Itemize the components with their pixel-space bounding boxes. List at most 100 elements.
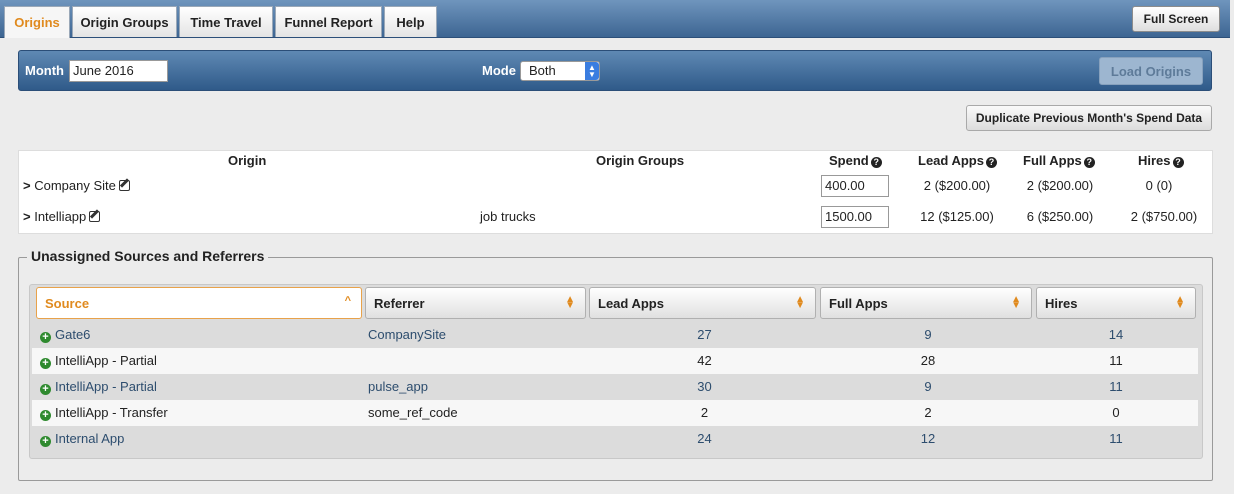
table-row[interactable]: + IntelliApp - Transfer some_ref_code 2 2… <box>32 400 1198 426</box>
referrer-cell: some_ref_code <box>368 405 458 420</box>
full-apps-header: Full Apps? <box>1023 153 1095 168</box>
mode-label: Mode <box>482 63 516 78</box>
help-icon[interactable]: ? <box>1083 156 1095 168</box>
lead-apps-header: Lead Apps? <box>918 153 997 168</box>
full-apps-cell: 2 <box>924 405 932 420</box>
table-row[interactable]: + IntelliApp - Partial 42 28 11 <box>32 348 1198 374</box>
full-apps-header-label: Full Apps <box>1023 153 1082 168</box>
expand-plus-icon[interactable]: + <box>40 358 51 369</box>
tab-help[interactable]: Help <box>384 6 437 37</box>
lead-apps-cell: 24 <box>697 431 712 446</box>
source-cell: + Internal App <box>40 426 124 452</box>
full-apps-header-label: Full Apps <box>829 295 888 311</box>
referrer-cell: CompanySite <box>368 327 447 342</box>
tab-time-travel[interactable]: Time Travel <box>179 6 273 37</box>
duplicate-spend-button[interactable]: Duplicate Previous Month's Spend Data <box>966 105 1212 131</box>
expand-plus-icon[interactable]: + <box>40 384 51 395</box>
lead-apps-cell: 2 <box>700 405 709 420</box>
chevron-right-icon[interactable]: > <box>23 209 31 224</box>
sort-icon: ▲ ▼ <box>1175 294 1185 311</box>
full-apps-cell: 9 <box>924 327 932 342</box>
table-row[interactable]: + Gate6 CompanySite 27 9 14 <box>32 322 1198 348</box>
source-cell: + IntelliApp - Partial <box>40 374 157 400</box>
sort-asc-icon: ^ <box>344 295 351 307</box>
edit-icon[interactable] <box>89 211 101 222</box>
select-arrows-icon: ▲ ▼ <box>585 62 599 80</box>
hires-cell: 11 <box>1109 431 1123 446</box>
origin-row-name[interactable]: > Intelliapp <box>23 209 101 224</box>
source-header-label: Source <box>45 295 90 311</box>
month-label: Month <box>25 63 64 78</box>
tab-origins[interactable]: Origins <box>4 6 70 38</box>
full-apps-column-header[interactable]: Full Apps ▲ ▼ <box>820 287 1032 319</box>
sort-icon: ▲ ▼ <box>1011 294 1021 311</box>
referrer-cell: pulse_app <box>368 379 428 394</box>
source-value: Internal App <box>55 431 125 446</box>
lead-apps-cell: 42 <box>697 353 712 368</box>
help-icon[interactable]: ? <box>985 156 997 168</box>
help-icon[interactable]: ? <box>1172 156 1184 168</box>
expand-plus-icon[interactable]: + <box>40 410 51 421</box>
referrer-header-label: Referrer <box>374 295 425 311</box>
origin-name: Company Site <box>34 178 116 193</box>
full-apps-cell: 28 <box>920 353 936 368</box>
full-apps-cell: 12 <box>920 431 936 446</box>
hires-value: 0 (0) <box>1145 178 1173 193</box>
full-apps-value: 2 ($200.00) <box>1026 178 1094 193</box>
hires-cell: 0 <box>1112 405 1120 420</box>
source-value: Gate6 <box>55 327 91 342</box>
origin-header: Origin <box>228 153 267 168</box>
spend-header-label: Spend <box>829 153 869 168</box>
lead-apps-header-label: Lead Apps <box>598 295 664 311</box>
hires-header: Hires? <box>1138 153 1184 168</box>
origin-row-name[interactable]: > Company Site <box>23 178 130 193</box>
hires-cell: 14 <box>1108 327 1124 342</box>
table-row[interactable]: + Internal App 24 12 11 <box>32 426 1198 452</box>
filter-bar: Month June 2016 Mode Both ▲ ▼ Load Origin… <box>18 50 1212 91</box>
mode-select[interactable]: Both ▲ ▼ <box>520 61 600 81</box>
source-cell: + IntelliApp - Partial <box>40 348 157 374</box>
hires-column-header[interactable]: Hires ▲ ▼ <box>1036 287 1196 319</box>
source-column-header[interactable]: Source ^ <box>36 287 362 319</box>
full-screen-button[interactable]: Full Screen <box>1132 6 1220 32</box>
month-input[interactable]: June 2016 <box>69 60 168 82</box>
expand-plus-icon[interactable]: + <box>40 332 51 343</box>
sort-icon: ▲ ▼ <box>795 294 805 311</box>
chevron-right-icon[interactable]: > <box>23 178 31 193</box>
referrer-column-header[interactable]: Referrer ▲ ▼ <box>365 287 586 319</box>
hires-value: 2 ($750.00) <box>1130 209 1198 224</box>
full-apps-cell: 9 <box>924 379 932 394</box>
table-row[interactable]: + IntelliApp - Partial pulse_app 30 9 11 <box>32 374 1198 400</box>
spend-header: Spend? <box>829 153 882 168</box>
expand-plus-icon[interactable]: + <box>40 436 51 447</box>
lead-apps-column-header[interactable]: Lead Apps ▲ ▼ <box>589 287 816 319</box>
top-tab-bar: Origins Origin Groups Time Travel Funnel… <box>0 0 1230 38</box>
source-cell: + Gate6 <box>40 322 90 348</box>
origin-groups-header: Origin Groups <box>596 153 685 168</box>
full-apps-value: 6 ($250.00) <box>1026 209 1094 224</box>
mode-select-value: Both <box>529 63 556 78</box>
hires-cell: 11 <box>1109 379 1123 394</box>
unassigned-legend: Unassigned Sources and Referrers <box>27 248 269 264</box>
lead-apps-cell: 30 <box>697 379 712 394</box>
spend-input[interactable]: 400.00 <box>821 175 889 197</box>
edit-icon[interactable] <box>118 180 130 191</box>
tab-funnel-report[interactable]: Funnel Report <box>275 6 382 37</box>
tab-origin-groups[interactable]: Origin Groups <box>72 6 177 37</box>
origin-name: Intelliapp <box>34 209 87 224</box>
lead-apps-value: 2 ($200.00) <box>923 178 991 193</box>
hires-header-label: Hires <box>1045 295 1078 311</box>
lead-apps-cell: 27 <box>697 327 712 342</box>
load-origins-button[interactable]: Load Origins <box>1099 57 1203 85</box>
hires-header-label: Hires <box>1138 153 1171 168</box>
lead-apps-header-label: Lead Apps <box>918 153 984 168</box>
spend-input[interactable]: 1500.00 <box>821 206 889 228</box>
source-cell: + IntelliApp - Transfer <box>40 400 168 426</box>
unassigned-grid: Source ^ Referrer ▲ ▼ Lead Apps ▲ ▼ Full A… <box>29 284 1203 459</box>
unassigned-fieldset: Unassigned Sources and Referrers Source … <box>18 248 1213 481</box>
lead-apps-value: 12 ($125.00) <box>920 209 994 224</box>
source-value: IntelliApp - Transfer <box>55 405 168 420</box>
origins-table: Origin Origin Groups Spend? Lead Apps? F… <box>18 150 1213 234</box>
help-icon[interactable]: ? <box>870 156 882 168</box>
sort-icon: ▲ ▼ <box>565 294 575 311</box>
